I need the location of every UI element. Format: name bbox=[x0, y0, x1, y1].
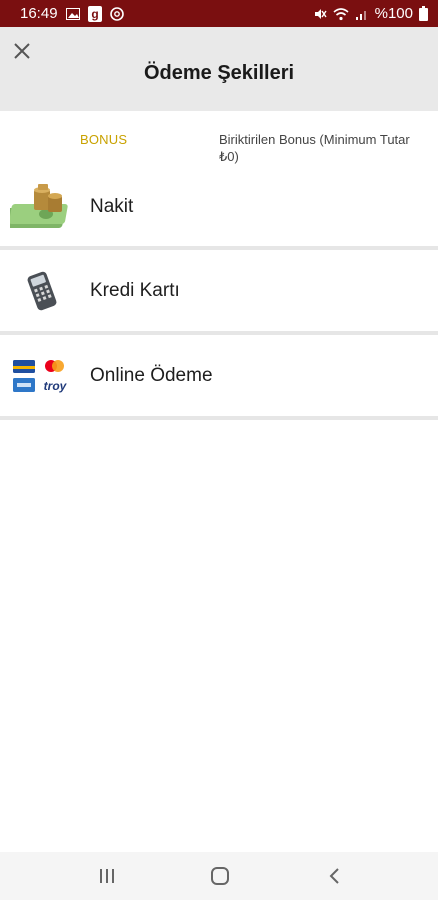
header: Ödeme Şekilleri bbox=[0, 27, 438, 111]
wifi-icon bbox=[333, 7, 349, 21]
battery-icon bbox=[419, 6, 428, 21]
payment-method-credit-card[interactable]: Kredi Kartı bbox=[0, 250, 438, 332]
bonus-row: BONUS Biriktirilen Bonus (Minimum Tutar … bbox=[0, 111, 438, 166]
signal-icon bbox=[355, 7, 369, 21]
bonus-label: BONUS bbox=[80, 132, 128, 147]
recent-apps-icon bbox=[100, 869, 114, 883]
status-bar: 16:49 g %100 bbox=[0, 0, 438, 27]
recent-apps-button[interactable] bbox=[77, 852, 137, 900]
card-terminal-icon bbox=[8, 250, 76, 332]
page-title: Ödeme Şekilleri bbox=[143, 62, 295, 84]
payment-method-label: Kredi Kartı bbox=[90, 280, 180, 301]
back-icon bbox=[329, 868, 339, 884]
payment-method-cash[interactable]: Nakit bbox=[0, 166, 438, 248]
home-button[interactable] bbox=[190, 852, 250, 900]
status-time: 16:49 bbox=[20, 5, 58, 22]
card-brands-icon: troy bbox=[8, 335, 76, 417]
troy-brand-label: troy bbox=[44, 379, 68, 393]
close-button[interactable] bbox=[8, 37, 36, 65]
mute-icon bbox=[313, 7, 327, 21]
svg-text:g: g bbox=[91, 7, 98, 21]
battery-percent: %100 bbox=[374, 5, 413, 22]
payment-method-label: Online Ödeme bbox=[90, 365, 213, 386]
cash-icon bbox=[8, 166, 76, 248]
at-circle-icon bbox=[109, 6, 124, 21]
home-icon bbox=[211, 867, 229, 885]
divider bbox=[0, 416, 438, 420]
app-g-icon: g bbox=[87, 5, 102, 22]
bonus-info: Biriktirilen Bonus (Minimum Tutar ₺0) bbox=[219, 132, 410, 164]
system-nav-bar bbox=[0, 852, 438, 900]
payment-method-label: Nakit bbox=[90, 196, 134, 217]
status-bar-left: 16:49 g bbox=[20, 0, 124, 27]
status-bar-right: %100 bbox=[313, 0, 428, 27]
back-button[interactable] bbox=[305, 852, 365, 900]
payment-method-online[interactable]: troy Online Ödeme bbox=[0, 335, 438, 417]
gallery-icon bbox=[65, 7, 80, 20]
close-icon bbox=[14, 43, 30, 59]
